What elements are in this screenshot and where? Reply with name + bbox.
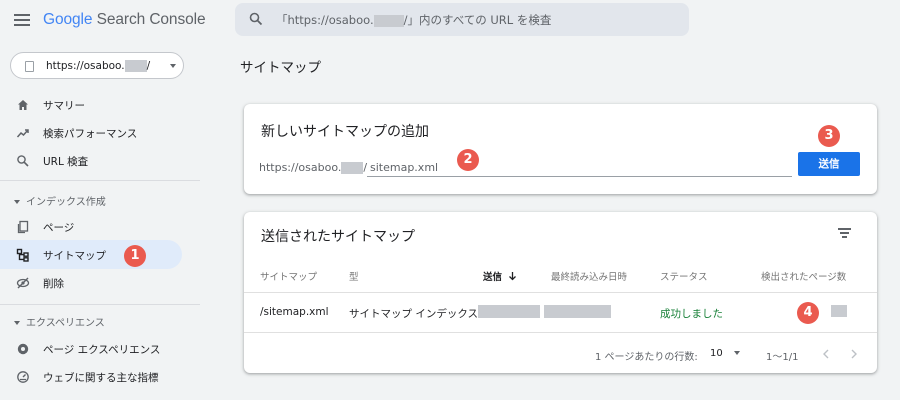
section-header-indexing[interactable]: インデックス作成: [14, 193, 106, 208]
property-url-post: /: [146, 60, 151, 72]
annotation-badge-1: 1: [124, 245, 146, 267]
arrow-down-icon: [509, 272, 517, 281]
submitted-sitemaps-card: 送信されたサイトマップ サイトマップ 型 送信 最終読み込み日時 ステータス 検…: [244, 212, 877, 373]
redacted-submitted-date: [478, 305, 540, 318]
annotation-badge-3: 3: [818, 125, 840, 147]
sidebar-divider: [0, 304, 200, 305]
redacted-page-count: [831, 305, 847, 317]
submitted-sitemaps-title: 送信されたサイトマップ: [261, 229, 415, 245]
redacted-last-read-date: [544, 305, 611, 318]
cell-type: サイトマップ インデックス: [349, 308, 479, 320]
section-label: エクスペリエンス: [26, 318, 105, 329]
column-header-discovered-pages[interactable]: 検出されたページ数: [761, 269, 846, 283]
home-icon: [18, 100, 28, 110]
sidebar-item-label: ページ: [43, 222, 75, 234]
pagination-range: 1〜1/1: [766, 352, 799, 363]
sitemap-url-input[interactable]: sitemap.xml: [367, 156, 792, 177]
page-experience-icon: [17, 343, 29, 355]
column-header-sitemap[interactable]: サイトマップ: [260, 269, 317, 283]
property-selector[interactable]: https://osaboo. /: [10, 52, 184, 79]
menu-icon[interactable]: [14, 14, 30, 26]
rows-per-page-value: 10: [710, 348, 723, 359]
sidebar-item-core-web-vitals[interactable]: ウェブに関する主な指標: [0, 362, 182, 391]
column-header-last-read[interactable]: 最終読み込み日時: [551, 269, 627, 283]
search-icon: [249, 12, 263, 26]
search-placeholder: 「https://osaboo. /」内のすべての URL を検査: [276, 12, 551, 28]
sidebar-item-url-inspection[interactable]: URL 検査: [0, 146, 182, 175]
trending-up-icon: [16, 129, 29, 138]
column-header-submitted-label: 送信: [483, 272, 503, 283]
annotation-badge-4: 4: [797, 302, 819, 324]
sitemap-icon: [16, 248, 29, 262]
sidebar-item-summary[interactable]: サマリー: [0, 90, 182, 119]
page-title: サイトマップ: [240, 60, 321, 76]
redacted-domain: [341, 162, 364, 174]
logo-google-text: Google: [43, 11, 93, 28]
sidebar-item-removals[interactable]: 削除: [0, 268, 182, 297]
rows-per-page-label: 1 ページあたりの行数:: [595, 352, 698, 363]
chevron-down-icon: [170, 64, 176, 68]
redacted-domain: [124, 60, 147, 72]
sidebar-item-label: サイトマップ: [43, 250, 106, 262]
chevron-right-icon[interactable]: [850, 349, 858, 359]
dropdown-caret-icon: [733, 351, 740, 355]
property-url: https://osaboo. /: [46, 60, 150, 72]
column-header-type[interactable]: 型: [349, 269, 359, 283]
top-app-bar: Google Search Console 「https://osaboo. /」…: [0, 0, 900, 44]
cell-status: 成功しました: [660, 308, 723, 320]
column-header-status[interactable]: ステータス: [660, 269, 708, 283]
add-sitemap-card: 新しいサイトマップの追加 https://osaboo. / sitemap.xm…: [244, 104, 877, 194]
section-header-experience[interactable]: エクスペリエンス: [14, 314, 105, 329]
sitemap-url-prefix: https://osaboo. /: [259, 161, 367, 174]
table-divider: [244, 292, 877, 293]
sidebar-item-page-experience[interactable]: ページ エクスペリエンス: [0, 334, 182, 363]
cell-sitemap: /sitemap.xml: [260, 306, 329, 318]
collapse-icon: [14, 321, 20, 325]
sidebar-item-label: 検索パフォーマンス: [43, 128, 138, 140]
annotation-badge-2: 2: [457, 149, 479, 171]
sitemap-url-input-value: sitemap.xml: [370, 161, 439, 174]
collapse-icon: [14, 200, 20, 204]
core-web-vitals-icon: [17, 371, 29, 383]
filter-icon[interactable]: [838, 228, 851, 238]
column-header-submitted[interactable]: 送信: [483, 269, 517, 283]
logo-product-text: Search Console: [92, 11, 206, 28]
redacted-domain: [373, 14, 404, 27]
removals-icon: [16, 277, 30, 289]
table-divider: [244, 332, 877, 333]
sidebar-item-performance[interactable]: 検索パフォーマンス: [0, 118, 182, 147]
search-placeholder-pre: 「https://osaboo.: [276, 13, 374, 27]
section-label: インデックス作成: [26, 197, 106, 208]
sidebar-item-label: サマリー: [43, 100, 85, 112]
sidebar-item-sitemaps[interactable]: サイトマップ: [0, 240, 182, 269]
sidebar-item-pages[interactable]: ページ: [0, 212, 182, 241]
property-favicon-icon: [25, 61, 34, 72]
sidebar-divider: [0, 180, 200, 181]
sidebar-item-label: URL 検査: [43, 156, 89, 168]
sidebar-item-label: 削除: [43, 278, 64, 290]
search-placeholder-post: /」内のすべての URL を検査: [403, 13, 552, 27]
add-sitemap-title: 新しいサイトマップの追加: [261, 124, 429, 140]
url-inspection-search[interactable]: 「https://osaboo. /」内のすべての URL を検査: [235, 3, 689, 36]
sidebar-item-label: ページ エクスペリエンス: [43, 344, 161, 356]
pages-icon: [17, 220, 29, 234]
chevron-left-icon[interactable]: [822, 349, 830, 359]
submit-sitemap-button[interactable]: 送信: [798, 152, 860, 176]
rows-per-page-select[interactable]: 10: [710, 348, 740, 359]
sitemap-url-prefix-pre: https://osaboo.: [259, 161, 342, 174]
sidebar-item-label: ウェブに関する主な指標: [43, 372, 159, 384]
property-url-pre: https://osaboo.: [46, 60, 125, 72]
search-console-logo[interactable]: Google Search Console: [43, 11, 206, 29]
search-icon: [17, 155, 29, 167]
